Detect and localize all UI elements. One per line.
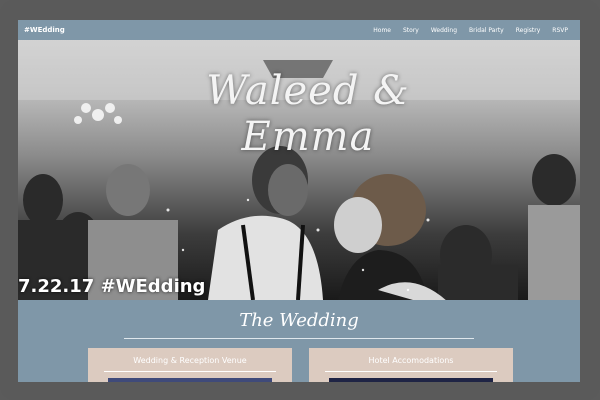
- nav-item-wedding[interactable]: Wedding: [425, 27, 463, 34]
- wedding-section: The Wedding Wedding & Reception Venue Ho…: [18, 300, 580, 382]
- couple-names-title: Waleed & Emma: [206, 68, 410, 160]
- hotel-card-title: Hotel Accomodations: [368, 356, 454, 365]
- brand-logo[interactable]: #WEdding: [24, 26, 65, 34]
- venue-card-image: [108, 378, 272, 382]
- chandelier-icon: [74, 103, 122, 124]
- card-divider: [325, 371, 497, 372]
- nav-item-story[interactable]: Story: [397, 27, 425, 34]
- nav-item-rsvp[interactable]: RSVP: [546, 27, 574, 34]
- venue-card[interactable]: Wedding & Reception Venue: [88, 348, 292, 382]
- nav-menu: Home Story Wedding Bridal Party Registry…: [367, 27, 574, 34]
- card-divider: [104, 371, 276, 372]
- bride-figure: [334, 174, 446, 300]
- hero-photo: Waleed & Emma 7.22.17 #WEdding: [18, 40, 580, 300]
- hotel-card[interactable]: Hotel Accomodations: [309, 348, 513, 382]
- nav-item-registry[interactable]: Registry: [510, 27, 547, 34]
- venue-card-title: Wedding & Reception Venue: [133, 356, 247, 365]
- hotel-card-image: [329, 378, 493, 382]
- top-nav: #WEdding Home Story Wedding Bridal Party…: [18, 20, 580, 40]
- wedding-date-hashtag: 7.22.17 #WEdding: [18, 276, 206, 297]
- nav-item-home[interactable]: Home: [367, 27, 397, 34]
- groom-figure: [208, 146, 323, 300]
- device-frame: #WEdding Home Story Wedding Bridal Party…: [0, 0, 600, 400]
- section-divider: [124, 338, 474, 339]
- section-title: The Wedding: [239, 310, 359, 331]
- browser-screen: #WEdding Home Story Wedding Bridal Party…: [18, 20, 580, 382]
- nav-item-bridal-party[interactable]: Bridal Party: [463, 27, 510, 34]
